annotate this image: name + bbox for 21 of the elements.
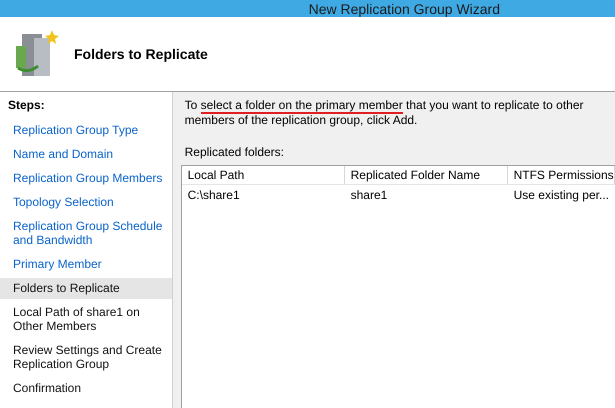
step-item[interactable]: Name and Domain <box>0 144 172 165</box>
step-item[interactable]: Replication Group Schedule and Bandwidth <box>0 216 172 251</box>
step-item: Confirmation <box>12 380 82 397</box>
step-item[interactable]: Primary Member <box>0 254 172 275</box>
step-item: Folders to Replicate <box>0 278 172 299</box>
step-item: Review Settings and Create Replication Group <box>12 342 163 373</box>
column-header[interactable]: Replicated Folder Name <box>344 166 508 185</box>
instruction-text: To select a folder on the primary member that you want to replicate to other members of the replication group, click Add. <box>184 98 584 128</box>
table-cell-text: share1 <box>350 187 388 204</box>
steps-heading: Steps: <box>7 98 46 114</box>
table-cell-text: C:\share1 <box>186 187 241 204</box>
page-title: Folders to Replicate <box>74 46 208 62</box>
step-item[interactable]: Replication Group Type <box>0 120 172 141</box>
step-item[interactable]: Topology Selection <box>0 192 172 213</box>
step-item[interactable]: Replication Group Members <box>0 168 172 189</box>
column-header[interactable]: Local Path <box>182 166 345 185</box>
column-header[interactable]: NTFS Permissions <box>508 166 615 185</box>
window-title: New Replication Group Wizard <box>308 0 500 16</box>
table-cell-text: Use existing per... <box>512 187 610 204</box>
step-item: Local Path of share1 on Other Members <box>12 304 141 335</box>
replicated-folders-label: Replicated folders: <box>184 145 285 159</box>
